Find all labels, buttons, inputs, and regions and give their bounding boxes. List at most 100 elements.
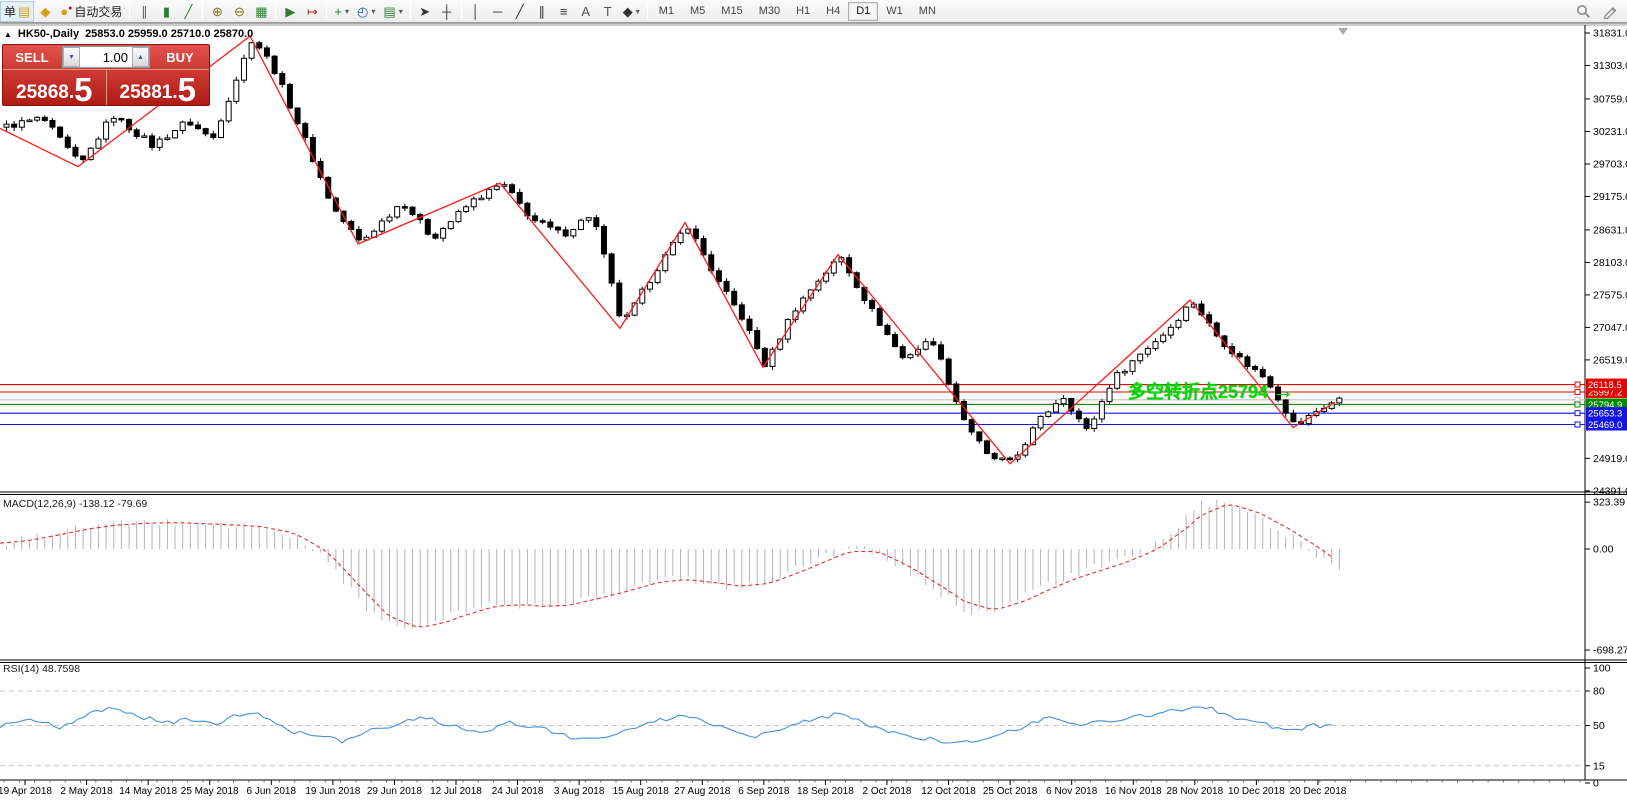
volume-decrease-button[interactable]: ▼ xyxy=(63,47,80,67)
text-label-button[interactable]: T xyxy=(597,1,619,22)
chart-shift-button[interactable]: ↦ xyxy=(301,1,323,22)
price-axis[interactable]: 31831.031303.030759.030231.029703.029175… xyxy=(1585,28,1627,498)
bid-price-main: 25868. xyxy=(16,83,74,104)
timeframe-button-m5[interactable]: M5 xyxy=(682,2,713,21)
timeframe-button-mn[interactable]: MN xyxy=(911,2,944,21)
zoom-out-icon: ⊖ xyxy=(234,5,245,18)
volume-control: ▼ ▲ xyxy=(62,46,150,68)
zoom-in-icon: ⊕ xyxy=(212,5,223,18)
svg-text:2 May 2018: 2 May 2018 xyxy=(60,786,113,797)
chart-annotation[interactable]: 多空转折点25794 → xyxy=(1128,378,1294,404)
svg-text:25 Oct 2018: 25 Oct 2018 xyxy=(983,786,1038,797)
vertical-line-button[interactable]: │ xyxy=(465,1,487,22)
autotrading-button[interactable]: ●● 自动交易 xyxy=(56,1,126,22)
annotation-text: 多空转折点25794 xyxy=(1128,378,1268,404)
chart-ohlc-values: 25853.0 25959.0 25710.0 25870.0 xyxy=(85,28,253,40)
periods-clock-button[interactable]: ◴▾ xyxy=(353,1,379,22)
chart-template-button[interactable]: ▤▾ xyxy=(379,1,406,22)
vertical-line-icon: │ xyxy=(472,5,480,18)
arrows-icon: ◆ xyxy=(623,5,633,18)
candlestick-chart-button[interactable]: ▮ xyxy=(155,1,177,22)
auto-scroll-button[interactable]: ▶ xyxy=(279,1,301,22)
buy-button[interactable]: BUY xyxy=(151,45,209,69)
indicators-add-button[interactable]: +▾ xyxy=(330,1,353,22)
line-chart-icon: ╱ xyxy=(185,5,193,18)
timeframe-button-w1[interactable]: W1 xyxy=(878,2,911,21)
rsi-axis[interactable]: 1008050150 xyxy=(1585,663,1611,790)
ask-price[interactable]: 25881. 5 xyxy=(107,70,210,106)
svg-text:27 Aug 2018: 27 Aug 2018 xyxy=(674,786,731,797)
arrows-button[interactable]: ◆▾ xyxy=(619,1,644,22)
toolbar-separator xyxy=(647,3,648,19)
svg-text:30231.0: 30231.0 xyxy=(1593,126,1627,138)
svg-text:25469.0: 25469.0 xyxy=(1588,420,1622,431)
market-watch-icon: ◆ xyxy=(40,5,50,18)
equidistant-channel-button[interactable]: ∥ xyxy=(531,1,553,22)
new-order-button[interactable]: 单 ▤ xyxy=(0,1,34,22)
panel-collapse-icon[interactable]: ▲ xyxy=(4,30,12,39)
dropdown-caret-icon: ▾ xyxy=(371,7,375,16)
svg-text:26519.0: 26519.0 xyxy=(1593,354,1627,366)
svg-text:6 Jun 2018: 6 Jun 2018 xyxy=(247,786,297,797)
time-axis[interactable]: 19 Apr 20182 May 201814 May 201825 May 2… xyxy=(0,780,1580,797)
fibonacci-retracement-button[interactable]: ≡ xyxy=(553,1,575,22)
chart-shift-marker[interactable] xyxy=(1338,28,1348,35)
timeframe-button-m1[interactable]: M1 xyxy=(651,2,682,21)
timeframe-button-d1[interactable]: D1 xyxy=(848,2,878,21)
toolbar-separator xyxy=(326,3,327,19)
tile-windows-button[interactable]: ▦ xyxy=(250,1,272,22)
one-click-trading-panel: SELL ▼ ▲ BUY 25868. 5 25881. 5 xyxy=(2,44,210,106)
svg-text:31303.0: 31303.0 xyxy=(1593,60,1627,72)
zoom-out-button[interactable]: ⊖ xyxy=(228,1,250,22)
tile-windows-icon: ▦ xyxy=(255,5,267,18)
crosshair-button[interactable]: ┼ xyxy=(436,1,458,22)
svg-text:50: 50 xyxy=(1593,720,1605,732)
auto-scroll-icon: ▶ xyxy=(285,5,295,18)
crosshair-icon: ┼ xyxy=(442,5,451,18)
svg-text:2 Oct 2018: 2 Oct 2018 xyxy=(863,786,912,797)
sell-button[interactable]: SELL xyxy=(3,45,61,69)
toolbar-separator xyxy=(202,3,203,19)
svg-text:18 Sep 2018: 18 Sep 2018 xyxy=(797,786,854,797)
volume-increase-button[interactable]: ▲ xyxy=(132,47,149,67)
svg-text:6 Sep 2018: 6 Sep 2018 xyxy=(738,786,790,797)
market-watch-button[interactable]: ◆ xyxy=(34,1,56,22)
trendline-button[interactable]: ╱ xyxy=(509,1,531,22)
cursor-button[interactable]: ➤ xyxy=(414,1,436,22)
ask-price-big-digit: 5 xyxy=(178,76,196,104)
chart-canvas[interactable]: 31831.031303.030759.030231.029703.029175… xyxy=(0,0,1627,810)
bar-chart-button[interactable]: ∥ xyxy=(133,1,155,22)
svg-text:3 Aug 2018: 3 Aug 2018 xyxy=(554,786,605,797)
horizontal-lines[interactable] xyxy=(0,382,1585,427)
edit-note-icon[interactable] xyxy=(1603,4,1619,19)
chart-symbol-period: HK50-,Daily xyxy=(18,28,79,40)
search-icon[interactable] xyxy=(1576,4,1591,19)
svg-text:15: 15 xyxy=(1593,760,1605,772)
macd-histogram xyxy=(7,500,1340,629)
svg-text:29 Jun 2018: 29 Jun 2018 xyxy=(367,786,422,797)
svg-text:80: 80 xyxy=(1593,686,1605,698)
ask-price-main: 25881. xyxy=(120,83,178,104)
timeframe-button-m15[interactable]: M15 xyxy=(713,2,750,21)
text-button[interactable]: A xyxy=(575,1,597,22)
cursor-icon: ➤ xyxy=(419,5,430,18)
svg-text:30759.0: 30759.0 xyxy=(1593,93,1627,105)
mt4-window: 31831.031303.030759.030231.029703.029175… xyxy=(0,0,1627,810)
volume-input[interactable] xyxy=(80,47,132,67)
candlestick-chart-icon: ▮ xyxy=(163,5,170,18)
timeframe-button-m30[interactable]: M30 xyxy=(751,2,788,21)
bid-price[interactable]: 25868. 5 xyxy=(3,70,107,106)
timeframe-button-h4[interactable]: H4 xyxy=(818,2,848,21)
zoom-in-button[interactable]: ⊕ xyxy=(206,1,228,22)
svg-text:24919.0: 24919.0 xyxy=(1593,453,1627,465)
svg-text:27047.0: 27047.0 xyxy=(1593,322,1627,334)
macd-axis[interactable]: 323.390.00-698.27 xyxy=(1585,497,1627,657)
line-chart-button[interactable]: ╱ xyxy=(177,1,199,22)
svg-text:28103.0: 28103.0 xyxy=(1593,257,1627,269)
horizontal-line-button[interactable]: ─ xyxy=(487,1,509,22)
dropdown-caret-icon: ▾ xyxy=(345,7,349,16)
bar-chart-icon: ∥ xyxy=(141,5,148,18)
text-label-icon: T xyxy=(604,5,612,18)
timeframe-button-h1[interactable]: H1 xyxy=(788,2,818,21)
svg-text:12 Jul 2018: 12 Jul 2018 xyxy=(430,786,482,797)
